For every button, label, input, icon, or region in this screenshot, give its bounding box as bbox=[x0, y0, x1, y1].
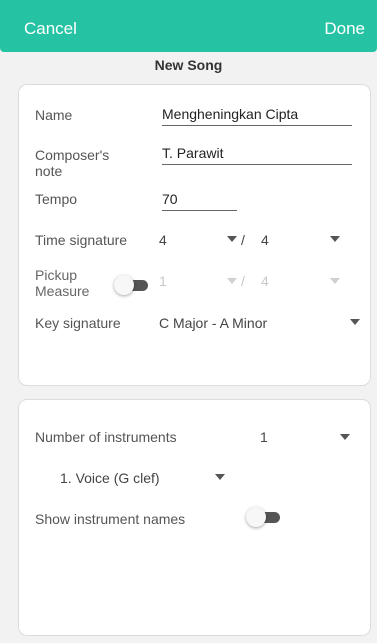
show-instrument-names-toggle[interactable] bbox=[246, 507, 280, 527]
tempo-input[interactable]: 70 bbox=[162, 191, 237, 211]
song-details-card: Name Mengheningkan Cipta Composer's note… bbox=[18, 84, 371, 386]
time-signature-label: Time signature bbox=[35, 232, 128, 248]
instrument-1-select[interactable]: 1. Voice (G clef) bbox=[60, 470, 160, 486]
pickup-bottom-chevron-down-icon[interactable] bbox=[330, 278, 340, 284]
time-signature-top-chevron-down-icon[interactable] bbox=[227, 236, 237, 242]
key-signature-select[interactable]: C Major - A Minor bbox=[159, 315, 267, 331]
key-signature-label: Key signature bbox=[35, 315, 121, 331]
page-title: New Song bbox=[154, 57, 223, 73]
key-signature-chevron-down-icon[interactable] bbox=[350, 319, 360, 325]
name-input[interactable]: Mengheningkan Cipta bbox=[162, 106, 352, 126]
tempo-label: Tempo bbox=[35, 191, 78, 207]
instrument-1-chevron-down-icon[interactable] bbox=[215, 474, 225, 480]
number-of-instruments-select[interactable]: 1 bbox=[260, 429, 268, 445]
time-signature-separator: / bbox=[241, 232, 245, 248]
pickup-top-chevron-down-icon[interactable] bbox=[227, 278, 237, 284]
composer-note-input[interactable]: T. Parawit bbox=[162, 145, 352, 165]
pickup-measure-label: Pickup Measure bbox=[35, 267, 90, 299]
pickup-separator: / bbox=[241, 273, 245, 289]
pickup-top-select[interactable]: 1 bbox=[159, 273, 167, 289]
name-label: Name bbox=[35, 107, 73, 123]
cancel-button[interactable]: Cancel bbox=[24, 19, 77, 39]
number-of-instruments-chevron-down-icon[interactable] bbox=[340, 434, 350, 440]
time-signature-bottom-chevron-down-icon[interactable] bbox=[330, 236, 340, 242]
composer-note-label: Composer's note bbox=[35, 147, 110, 179]
number-of-instruments-label: Number of instruments bbox=[35, 429, 177, 445]
instruments-card: Number of instruments 1 1. Voice (G clef… bbox=[18, 399, 371, 636]
time-signature-top-select[interactable]: 4 bbox=[159, 232, 167, 248]
done-button[interactable]: Done bbox=[324, 19, 365, 39]
pickup-bottom-select[interactable]: 4 bbox=[261, 273, 269, 289]
show-instrument-names-label: Show instrument names bbox=[35, 511, 186, 527]
toggle-knob bbox=[246, 507, 266, 527]
pickup-measure-toggle[interactable] bbox=[114, 275, 148, 295]
toggle-knob bbox=[114, 275, 134, 295]
top-bar: Cancel Done bbox=[0, 0, 377, 52]
time-signature-bottom-select[interactable]: 4 bbox=[261, 232, 269, 248]
